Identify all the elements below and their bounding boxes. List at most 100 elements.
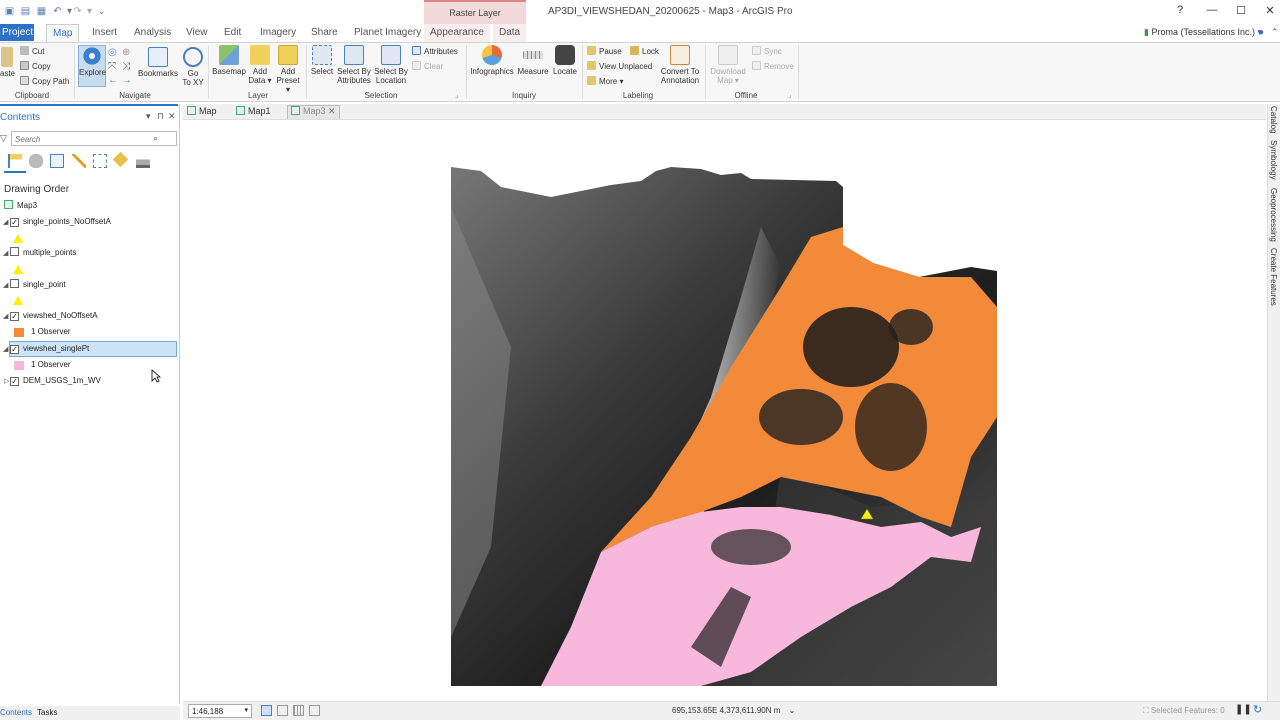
tab-imagery[interactable]: Imagery [260, 27, 296, 38]
measure-button[interactable]: Measure [517, 45, 549, 76]
tab-appearance[interactable]: Appearance [424, 24, 490, 42]
fixed-zoom-in-icon[interactable]: ⤧ [108, 61, 116, 72]
basemap-button[interactable]: Basemap [212, 45, 246, 76]
help-button[interactable]: ? [1172, 4, 1188, 16]
list-by-selection-icon[interactable] [50, 154, 64, 168]
dock-tab-symbology[interactable]: Symbology [1269, 140, 1278, 180]
list-by-editing-icon[interactable] [72, 154, 86, 168]
explore-button[interactable]: Explore [78, 45, 106, 87]
layer-viewshed-singlept[interactable]: ✓ viewshed_singlePt [10, 342, 89, 356]
list-by-labeling-icon[interactable] [112, 151, 129, 168]
customize-qat-icon[interactable]: ⌄ [96, 6, 107, 17]
layer-multiple-points[interactable]: multiple_points [10, 246, 76, 260]
zoom-full-extent-icon[interactable]: ◎ [108, 47, 117, 58]
bookmarks-button[interactable]: Bookmarks [138, 47, 178, 78]
filter-icon[interactable]: ▽ [0, 133, 7, 144]
select-by-attributes-button[interactable]: Select By Attributes [336, 45, 372, 85]
layer-checkbox[interactable]: ✓ [10, 312, 19, 321]
list-by-perspective-icon[interactable] [136, 154, 150, 168]
map-view[interactable] [184, 121, 1267, 701]
refresh-icon[interactable]: ↻ [1253, 703, 1262, 716]
tab-data[interactable]: Data [493, 24, 526, 42]
tab-contents[interactable]: Contents [0, 708, 32, 717]
layer-dem-usgs[interactable]: ✓ DEM_USGS_1m_WV [10, 374, 101, 388]
view-unplaced-button[interactable]: View Unplaced [587, 61, 652, 72]
tab-insert[interactable]: Insert [92, 27, 117, 38]
layer-viewshed-nooffseta[interactable]: ✓ viewshed_NoOffsetA [10, 309, 98, 323]
dock-tab-catalog[interactable]: Catalog [1269, 106, 1278, 134]
next-extent-icon[interactable]: → [122, 75, 132, 86]
fixed-scale-icon[interactable] [261, 705, 272, 716]
pane-options-icon[interactable]: ▾ [146, 111, 151, 122]
map-node[interactable]: Map3 [4, 199, 37, 213]
expand-arrow-icon[interactable]: ◢ [3, 281, 8, 289]
lock-labels-button[interactable]: Lock [630, 46, 659, 57]
scale-selector[interactable]: 1:46,188 ▾ [188, 704, 252, 718]
dock-tab-geoprocessing[interactable]: Geoprocessing [1269, 188, 1278, 242]
navigator-icon[interactable] [309, 705, 320, 716]
selected-features-count[interactable]: ⛶ Selected Features: 0 [1143, 706, 1225, 716]
infographics-button[interactable]: Infographics [469, 45, 515, 76]
expand-arrow-icon[interactable]: ◢ [3, 312, 8, 320]
clear-selection-button[interactable]: Clear [412, 61, 443, 72]
paste-button[interactable]: aste [0, 47, 15, 78]
list-by-snapping-icon[interactable] [93, 154, 107, 168]
undo-icon[interactable]: ↶ [52, 6, 63, 17]
add-data-button[interactable]: Add Data ▾ [248, 45, 272, 85]
save-icon[interactable]: ▦ [36, 6, 47, 17]
list-by-drawing-order-icon[interactable] [8, 154, 22, 168]
minimize-button[interactable]: — [1204, 4, 1220, 16]
layer-checkbox[interactable] [10, 279, 19, 288]
pin-icon[interactable]: ⊓ [157, 111, 164, 122]
maximize-button[interactable]: ☐ [1233, 4, 1249, 17]
layer-single-points-nooffseta[interactable]: ✓ single_points_NoOffsetA [10, 215, 111, 229]
redo-dropdown-icon[interactable]: ▾ [84, 6, 95, 17]
tab-project[interactable]: Project [0, 24, 34, 41]
zoom-layer-icon[interactable]: ⊕ [122, 47, 130, 58]
collapsed-arrow-icon[interactable]: ▷ [4, 377, 9, 385]
search-icon[interactable]: ⌕ [153, 133, 158, 144]
app-icon[interactable]: ▣ [4, 6, 15, 17]
pause-labeling-button[interactable]: Pause [587, 46, 622, 57]
layer-checkbox[interactable]: ✓ [10, 345, 19, 354]
map-tab-map[interactable]: Map [187, 106, 217, 116]
close-button[interactable]: ✕ [1262, 4, 1278, 17]
locate-button[interactable]: Locate [551, 45, 579, 76]
redo-icon[interactable]: ↷ [72, 6, 83, 17]
copy-button[interactable]: Copy [20, 61, 51, 72]
layer-checkbox[interactable] [10, 247, 19, 256]
attributes-button[interactable]: Attributes [412, 46, 458, 57]
layer-single-point[interactable]: single_point [10, 278, 66, 292]
select-by-location-button[interactable]: Select By Location [373, 45, 409, 85]
convert-to-annotation-button[interactable]: Convert To Annotation [658, 45, 702, 85]
copy-path-button[interactable]: Copy Path [20, 76, 69, 87]
expand-arrow-icon[interactable]: ◢ [3, 218, 8, 226]
tab-share[interactable]: Share [311, 27, 338, 38]
download-map-button[interactable]: Download Map ▾ [708, 45, 748, 85]
user-account[interactable]: ▮ Proma (Tessellations Inc.) ▾ [1144, 27, 1262, 38]
ribbon-collapse-icon[interactable]: ⌃ [1271, 27, 1279, 38]
selection-launcher-icon[interactable]: ⌟ [455, 91, 458, 99]
close-pane-icon[interactable]: ✕ [168, 111, 176, 122]
offline-launcher-icon[interactable]: ⌟ [788, 91, 791, 99]
cut-button[interactable]: Cut [20, 46, 44, 57]
pause-drawing-icon[interactable]: ❚❚ [1235, 704, 1252, 715]
map-tab-map1[interactable]: Map1 [236, 106, 271, 116]
tab-edit[interactable]: Edit [224, 27, 241, 38]
fixed-zoom-out-icon[interactable]: ⤨ [122, 61, 130, 72]
tab-map[interactable]: Map [46, 24, 80, 43]
table-view-icon[interactable] [293, 705, 304, 716]
more-labeling-button[interactable]: More ▾ [587, 76, 623, 87]
tab-tasks[interactable]: Tasks [37, 708, 57, 717]
dock-tab-create-features[interactable]: Create Features [1269, 248, 1278, 306]
close-tab-icon[interactable]: ✕ [328, 106, 336, 116]
layer-checkbox[interactable]: ✓ [10, 218, 19, 227]
tab-planet-imagery[interactable]: Planet Imagery [354, 27, 421, 38]
add-preset-button[interactable]: Add Preset ▾ [274, 45, 302, 94]
notifications-icon[interactable]: ● [1258, 27, 1264, 38]
go-to-xy-button[interactable]: Go To XY [180, 47, 206, 87]
previous-extent-icon[interactable]: ← [108, 75, 118, 86]
remove-offline-button[interactable]: Remove [752, 61, 794, 72]
select-button[interactable]: Select [310, 45, 334, 76]
layer-checkbox[interactable]: ✓ [10, 377, 19, 386]
